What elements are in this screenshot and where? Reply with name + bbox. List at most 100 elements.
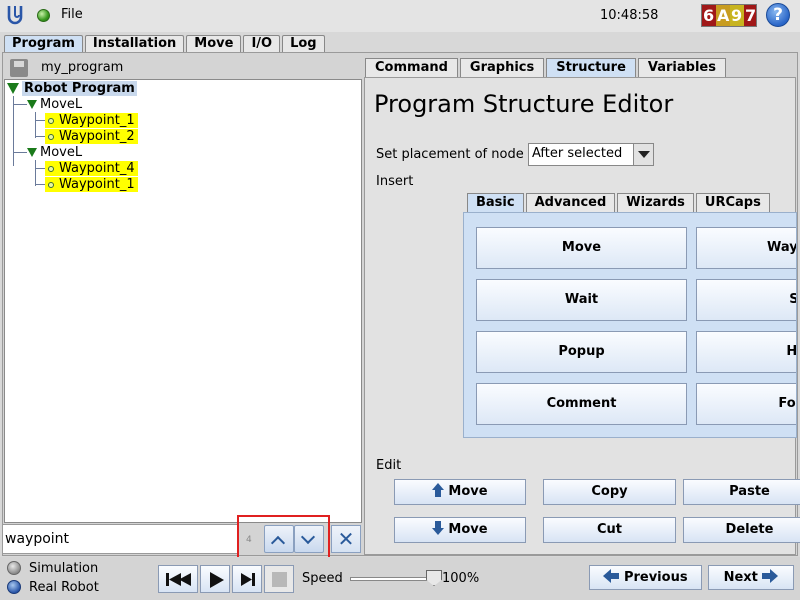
program-name: my_program [41, 60, 124, 75]
tab-graphics[interactable]: Graphics [459, 58, 545, 77]
arrow-right-icon [762, 569, 779, 583]
tree-node-label: Waypoint_1 [59, 177, 135, 192]
robot-status-icon[interactable] [37, 9, 50, 22]
tree-node-label: MoveL [40, 145, 83, 160]
tab-installation[interactable]: Installation [84, 35, 185, 52]
simulation-radio[interactable] [7, 561, 21, 575]
insert-label: Insert [376, 174, 414, 189]
tab-wizards[interactable]: Wizards [617, 193, 694, 212]
cut-button[interactable]: Cut [543, 517, 676, 543]
edit-label: Edit [376, 458, 402, 473]
ur-logo-icon [7, 6, 23, 25]
badge-char: 7 [744, 5, 757, 26]
speed-value: 100% [442, 571, 480, 586]
step-button[interactable] [232, 565, 262, 593]
placement-label: Set placement of node [376, 147, 524, 162]
placement-value: After selected [532, 146, 623, 161]
waypoint-icon [48, 133, 54, 140]
badge-char: A [716, 5, 730, 26]
tree-node-waypoint[interactable]: Waypoint_1 [45, 177, 138, 193]
insert-move-button[interactable]: Move [476, 227, 687, 269]
collapse-icon[interactable] [7, 83, 19, 94]
collapse-icon[interactable] [27, 148, 37, 157]
tab-urcaps[interactable]: URCaps [695, 193, 770, 212]
insert-waypoint-button[interactable]: Waypoint [696, 227, 796, 269]
play-icon [210, 572, 224, 588]
collapse-icon[interactable] [27, 100, 37, 109]
rewind-button[interactable] [158, 565, 198, 593]
tree-node-movel[interactable]: MoveL [27, 145, 82, 161]
speed-slider[interactable] [350, 577, 438, 581]
insert-set-button[interactable]: Set [696, 279, 796, 321]
real-robot-radio[interactable] [7, 580, 21, 594]
insert-halt-button[interactable]: Halt [696, 331, 796, 373]
arrow-down-icon [432, 521, 445, 535]
tab-log[interactable]: Log [282, 35, 325, 52]
previous-label: Previous [623, 570, 688, 585]
paste-button[interactable]: Paste [683, 479, 800, 505]
arrow-up-icon [432, 483, 445, 497]
next-label: Next [723, 570, 758, 585]
skip-back-icon [166, 573, 191, 586]
play-button[interactable] [200, 565, 230, 593]
tab-command[interactable]: Command [365, 58, 458, 77]
tab-variables[interactable]: Variables [637, 58, 726, 77]
badge-char: 6 [702, 5, 716, 26]
move-down-button[interactable]: Move [394, 517, 526, 543]
move-down-label: Move [448, 522, 488, 537]
tree-node-label: Waypoint_2 [59, 129, 135, 144]
waypoint-icon [48, 117, 54, 124]
clock: 10:48:58 [600, 8, 659, 23]
insert-panel: Move Waypoint Wait Set Popup Halt Commen… [463, 212, 797, 438]
tree-node-waypoint[interactable]: Waypoint_1 [45, 113, 138, 129]
tab-io[interactable]: I/O [243, 35, 281, 52]
waypoint-icon [48, 165, 54, 172]
tree-node-waypoint[interactable]: Waypoint_4 [45, 161, 138, 177]
save-icon[interactable] [10, 59, 28, 77]
delete-button[interactable]: Delete [683, 517, 800, 543]
close-icon: ✕ [337, 527, 355, 551]
speed-label: Speed [302, 571, 343, 586]
insert-wait-button[interactable]: Wait [476, 279, 687, 321]
tab-basic[interactable]: Basic [467, 193, 524, 212]
tab-program[interactable]: Program [4, 35, 83, 52]
copy-button[interactable]: Copy [543, 479, 676, 505]
tab-advanced[interactable]: Advanced [525, 193, 616, 212]
tree-node-label: MoveL [40, 97, 83, 112]
page-title: Program Structure Editor [374, 90, 674, 118]
top-bar: File 10:48:58 6 A 9 7 ? [0, 0, 800, 32]
previous-button[interactable]: Previous [589, 565, 702, 590]
tree-node-waypoint[interactable]: Waypoint_2 [45, 129, 138, 145]
sub-tabs: Command Graphics Structure Variables [365, 58, 728, 77]
arrow-left-icon [603, 569, 620, 583]
tree-node-label: Robot Program [22, 81, 137, 96]
system-badge: 6 A 9 7 [701, 4, 757, 27]
move-up-label: Move [448, 484, 488, 499]
insert-popup-button[interactable]: Popup [476, 331, 687, 373]
insert-tabs: Basic Advanced Wizards URCaps [467, 193, 772, 212]
tree-node-movel[interactable]: MoveL [27, 97, 82, 113]
stop-icon [272, 572, 287, 587]
program-tree: Robot Program MoveL Waypoint_1 Waypoint_… [4, 79, 362, 523]
insert-comment-button[interactable]: Comment [476, 383, 687, 425]
move-up-button[interactable]: Move [394, 479, 526, 505]
tab-structure[interactable]: Structure [546, 58, 636, 77]
simulation-label: Simulation [29, 561, 99, 576]
tree-node-label: Waypoint_4 [59, 161, 135, 176]
search-input[interactable]: waypoint [2, 524, 238, 554]
tree-node-root[interactable]: Robot Program [7, 81, 137, 97]
real-robot-label: Real Robot [29, 580, 99, 595]
insert-folder-button[interactable]: Folder [696, 383, 796, 425]
next-button[interactable]: Next [708, 565, 794, 590]
placement-dropdown[interactable]: After selected [528, 143, 654, 166]
file-menu[interactable]: File [61, 7, 83, 22]
search-close-button[interactable]: ✕ [331, 525, 361, 553]
chevron-down-icon[interactable] [633, 144, 653, 165]
waypoint-icon [48, 181, 54, 188]
tab-move[interactable]: Move [186, 35, 242, 52]
help-icon[interactable]: ? [766, 3, 790, 27]
stop-button[interactable] [264, 565, 294, 593]
badge-char: 9 [730, 5, 744, 26]
main-tabs: Program Installation Move I/O Log [4, 35, 327, 52]
tree-node-label: Waypoint_1 [59, 113, 135, 128]
